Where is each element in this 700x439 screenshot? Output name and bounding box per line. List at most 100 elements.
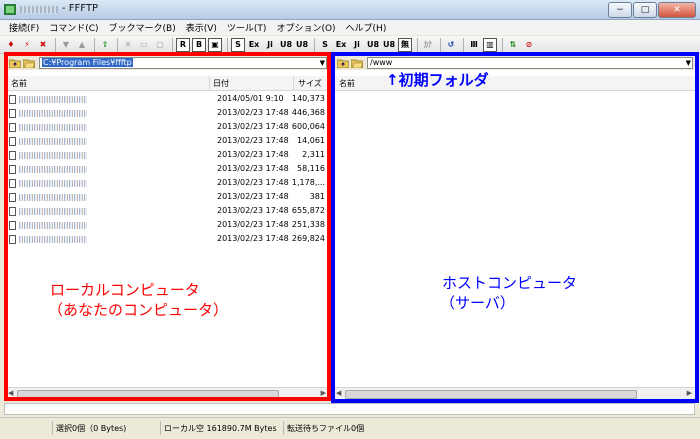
log-pane[interactable] <box>4 403 695 415</box>
remote-path-text: /www <box>370 58 393 67</box>
file-row[interactable]: 2013/02/23 17:48 2,311 <box>9 148 327 162</box>
chevron-down-icon[interactable]: ▼ <box>320 58 325 68</box>
local-horizontal-scrollbar[interactable]: ◀ ▶ <box>5 387 329 400</box>
file-size: 251,338 <box>291 220 325 229</box>
menu-connect[interactable]: 接続(F) <box>4 21 44 34</box>
file-row[interactable]: 2013/02/23 17:48 655,872 <box>9 204 327 218</box>
toolbar-separator <box>314 37 315 52</box>
redacted-file-name <box>19 236 87 243</box>
euc-icon[interactable]: Ex <box>334 38 348 52</box>
status-divider <box>160 421 161 435</box>
file-row[interactable]: 2013/02/23 17:48 600,064 <box>9 120 327 134</box>
minimize-button[interactable]: − <box>608 2 632 18</box>
remote-path-field[interactable]: /www ▼ <box>367 57 693 69</box>
file-row[interactable]: 2013/02/23 17:48 446,368 <box>9 106 327 120</box>
sort-icon[interactable]: S <box>231 37 245 52</box>
detail-view-icon[interactable]: ▥ <box>483 37 497 52</box>
extension-icon[interactable]: Ex <box>247 38 261 52</box>
sync-icon[interactable]: ⇅ <box>506 38 520 52</box>
status-queue: 転送待ちファイル0個 <box>287 424 365 433</box>
refresh-icon[interactable]: ↺ <box>444 38 458 52</box>
kana-convert-icon[interactable]: ｶﾅ <box>421 38 435 52</box>
chevron-down-icon[interactable]: ▼ <box>686 58 691 68</box>
local-computer-annotation: ローカルコンピュータ <box>50 281 200 299</box>
mkdir-icon[interactable]: ▢ <box>153 38 167 52</box>
stop-icon[interactable]: ⊘ <box>522 38 536 52</box>
file-row[interactable]: 2013/02/23 17:48 269,824 <box>9 232 327 246</box>
file-icon <box>9 95 16 104</box>
close-button[interactable]: ✕ <box>658 2 696 18</box>
connect-icon[interactable]: ♦ <box>4 38 18 52</box>
redacted-file-name <box>19 222 87 229</box>
scroll-left-icon[interactable]: ◀ <box>336 389 341 397</box>
column-name[interactable]: 名前 <box>339 78 355 89</box>
scroll-thumb[interactable] <box>345 390 637 399</box>
local-path-field[interactable]: C:¥Program Files¥ffftp ▼ <box>39 57 327 69</box>
jis-remote-icon[interactable]: Ji <box>350 38 364 52</box>
folder-open-icon[interactable] <box>351 58 363 68</box>
toolbar-separator <box>502 37 503 52</box>
folder-up-icon[interactable] <box>337 58 349 68</box>
local-computer-subtitle: （あなたのコンピュータ） <box>48 301 229 319</box>
window-title: - FFFTP <box>62 3 99 14</box>
file-row[interactable]: 2013/02/23 17:48 58,116 <box>9 162 327 176</box>
app-icon <box>4 4 16 15</box>
sjis-icon[interactable]: S <box>318 38 332 52</box>
quick-connect-icon[interactable]: ⚡ <box>20 38 34 52</box>
menu-bookmark[interactable]: ブックマーク(B) <box>104 21 181 34</box>
menu-view[interactable]: 表示(V) <box>181 21 222 34</box>
folder-open-icon[interactable] <box>23 58 35 68</box>
column-name[interactable]: 名前 <box>11 78 27 89</box>
file-row[interactable]: 2014/05/01 9:10 140,373 <box>9 92 327 106</box>
disconnect-icon[interactable]: ✖ <box>36 38 50 52</box>
rename-icon[interactable]: ▭ <box>137 38 151 52</box>
file-row[interactable]: 2013/02/23 17:48 1,178,... <box>9 176 327 190</box>
column-divider[interactable] <box>293 76 294 90</box>
remote-horizontal-scrollbar[interactable]: ◀ ▶ <box>333 387 695 400</box>
file-row[interactable]: 2013/02/23 17:48 251,338 <box>9 218 327 232</box>
delete-icon[interactable]: ✕ <box>121 38 135 52</box>
column-date[interactable]: 日付 <box>213 78 229 89</box>
bookmark-icon[interactable]: B <box>192 37 206 52</box>
menu-tools[interactable]: ツール(T) <box>222 21 272 34</box>
toolbar-separator <box>172 37 173 52</box>
file-icon <box>9 165 16 174</box>
file-icon <box>9 207 16 216</box>
window-controls: − □ ✕ <box>608 2 696 18</box>
toolbar-separator <box>55 37 56 52</box>
scroll-right-icon[interactable]: ▶ <box>687 389 692 397</box>
column-size[interactable]: サイズ <box>298 78 322 89</box>
mirror-upload-icon[interactable]: ⇧ <box>98 38 112 52</box>
file-size: 446,368 <box>291 108 325 117</box>
local-root-icon[interactable]: R <box>176 37 190 52</box>
upload-icon[interactable]: ▲ <box>75 38 89 52</box>
file-row[interactable]: 2013/02/23 17:48 14,061 <box>9 134 327 148</box>
menu-help[interactable]: ヘルプ(H) <box>341 21 392 34</box>
local-path-bar: C:¥Program Files¥ffftp ▼ <box>5 56 329 70</box>
scroll-left-icon[interactable]: ◀ <box>8 389 13 397</box>
scroll-right-icon[interactable]: ▶ <box>321 389 326 397</box>
utf8n-icon[interactable]: U8 <box>295 38 309 52</box>
utf8-icon[interactable]: U8 <box>279 38 293 52</box>
scroll-thumb[interactable] <box>17 390 279 399</box>
menu-command[interactable]: コマンド(C) <box>44 21 103 34</box>
maximize-button[interactable]: □ <box>633 2 657 18</box>
file-size: 655,872 <box>291 206 325 215</box>
list-view-icon[interactable]: Ⅲ <box>467 38 481 52</box>
file-row[interactable]: 2013/02/23 17:48 381 <box>9 190 327 204</box>
file-size: 381 <box>309 192 325 201</box>
jis-icon[interactable]: Ji <box>263 38 277 52</box>
local-pane: C:¥Program Files¥ffftp ▼ 名前 日付 サイズ 2014/… <box>5 56 329 400</box>
toolbar-separator <box>440 37 441 52</box>
folder-up-icon[interactable] <box>9 58 21 68</box>
list-icon[interactable]: ▣ <box>208 37 222 52</box>
menu-options[interactable]: オプション(O) <box>271 21 340 34</box>
kana-icon[interactable]: 無 <box>398 37 412 52</box>
toolbar-separator <box>117 37 118 52</box>
download-icon[interactable]: ▼ <box>59 38 73 52</box>
column-divider[interactable] <box>209 76 210 90</box>
toolbar-separator <box>227 37 228 52</box>
utf8n-remote-icon[interactable]: U8 <box>382 38 396 52</box>
remote-pane: /www ▼ 名前 ◀ ▶ <box>333 56 695 400</box>
utf8-remote-icon[interactable]: U8 <box>366 38 380 52</box>
